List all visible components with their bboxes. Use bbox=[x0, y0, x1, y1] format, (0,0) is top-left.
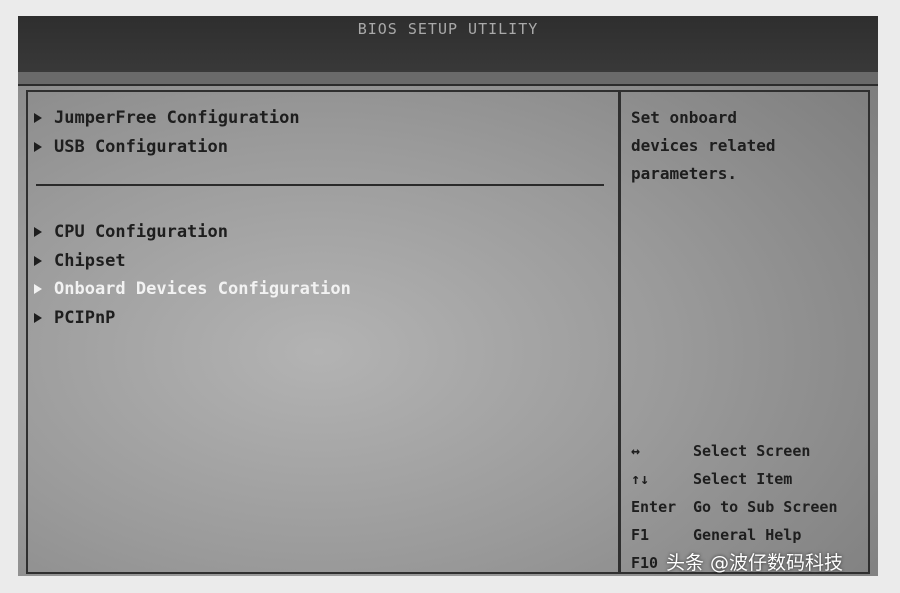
watermark: 头条 @波仔数码科技 bbox=[666, 552, 844, 574]
menu-item-jumperfree-configuration[interactable]: JumperFree Configuration bbox=[34, 104, 300, 133]
main-frame: JumperFree Configuration USB Configurati… bbox=[26, 90, 870, 574]
key-action: General Help bbox=[693, 526, 802, 544]
submenu-arrow-icon bbox=[34, 284, 42, 295]
help-panel: Set onboard devices related parameters. … bbox=[618, 92, 868, 572]
menu-item-label: Chipset bbox=[54, 250, 126, 271]
key-action: Select Item bbox=[693, 470, 793, 488]
key-action: Go to Sub Screen bbox=[693, 498, 838, 516]
key-row-enter: Enter Go to Sub Screen bbox=[631, 493, 867, 521]
menu-item-pcipnp[interactable]: PCIPnP bbox=[34, 304, 351, 333]
tab-strip bbox=[18, 72, 878, 86]
photo-frame: BIOS SETUP UTILITY JumperFree Configurat… bbox=[0, 0, 900, 593]
menu-group-1: JumperFree Configuration USB Configurati… bbox=[34, 104, 300, 161]
menu-item-label: USB Configuration bbox=[54, 136, 228, 157]
menu-item-chipset[interactable]: Chipset bbox=[34, 247, 351, 276]
bios-screen: BIOS SETUP UTILITY JumperFree Configurat… bbox=[18, 16, 878, 576]
menu-item-label: JumperFree Configuration bbox=[54, 108, 300, 129]
key-row-f1: F1 General Help bbox=[631, 521, 867, 549]
title-bar: BIOS SETUP UTILITY bbox=[18, 16, 878, 72]
menu-item-label: PCIPnP bbox=[54, 307, 116, 328]
key-row-select-screen: ↔ Select Screen bbox=[631, 437, 867, 465]
bios-title: BIOS SETUP UTILITY bbox=[357, 20, 539, 38]
submenu-arrow-icon bbox=[34, 312, 42, 323]
submenu-arrow-icon bbox=[34, 141, 42, 152]
submenu-arrow-icon bbox=[34, 255, 42, 266]
key-action: Select Screen bbox=[693, 442, 811, 460]
key-name: Enter bbox=[631, 498, 677, 516]
menu-item-onboard-devices-configuration[interactable]: Onboard Devices Configuration bbox=[34, 275, 351, 304]
key-row-select-item: ↑↓ Select Item bbox=[631, 465, 867, 493]
up-down-arrow-icon: ↑↓ bbox=[631, 470, 650, 488]
menu-group-2: CPU Configuration Chipset Onboard Device… bbox=[34, 218, 351, 332]
menu-item-label: CPU Configuration bbox=[54, 222, 228, 243]
menu-separator bbox=[36, 184, 604, 186]
menu-panel: JumperFree Configuration USB Configurati… bbox=[28, 92, 616, 572]
submenu-arrow-icon bbox=[34, 227, 42, 238]
left-right-arrow-icon: ↔ bbox=[631, 442, 641, 460]
help-description: Set onboard devices related parameters. bbox=[631, 108, 776, 183]
menu-item-usb-configuration[interactable]: USB Configuration bbox=[34, 133, 300, 162]
submenu-arrow-icon bbox=[34, 113, 42, 124]
menu-item-cpu-configuration[interactable]: CPU Configuration bbox=[34, 218, 351, 247]
key-name: F1 bbox=[631, 526, 650, 544]
menu-item-label: Onboard Devices Configuration bbox=[54, 279, 351, 300]
